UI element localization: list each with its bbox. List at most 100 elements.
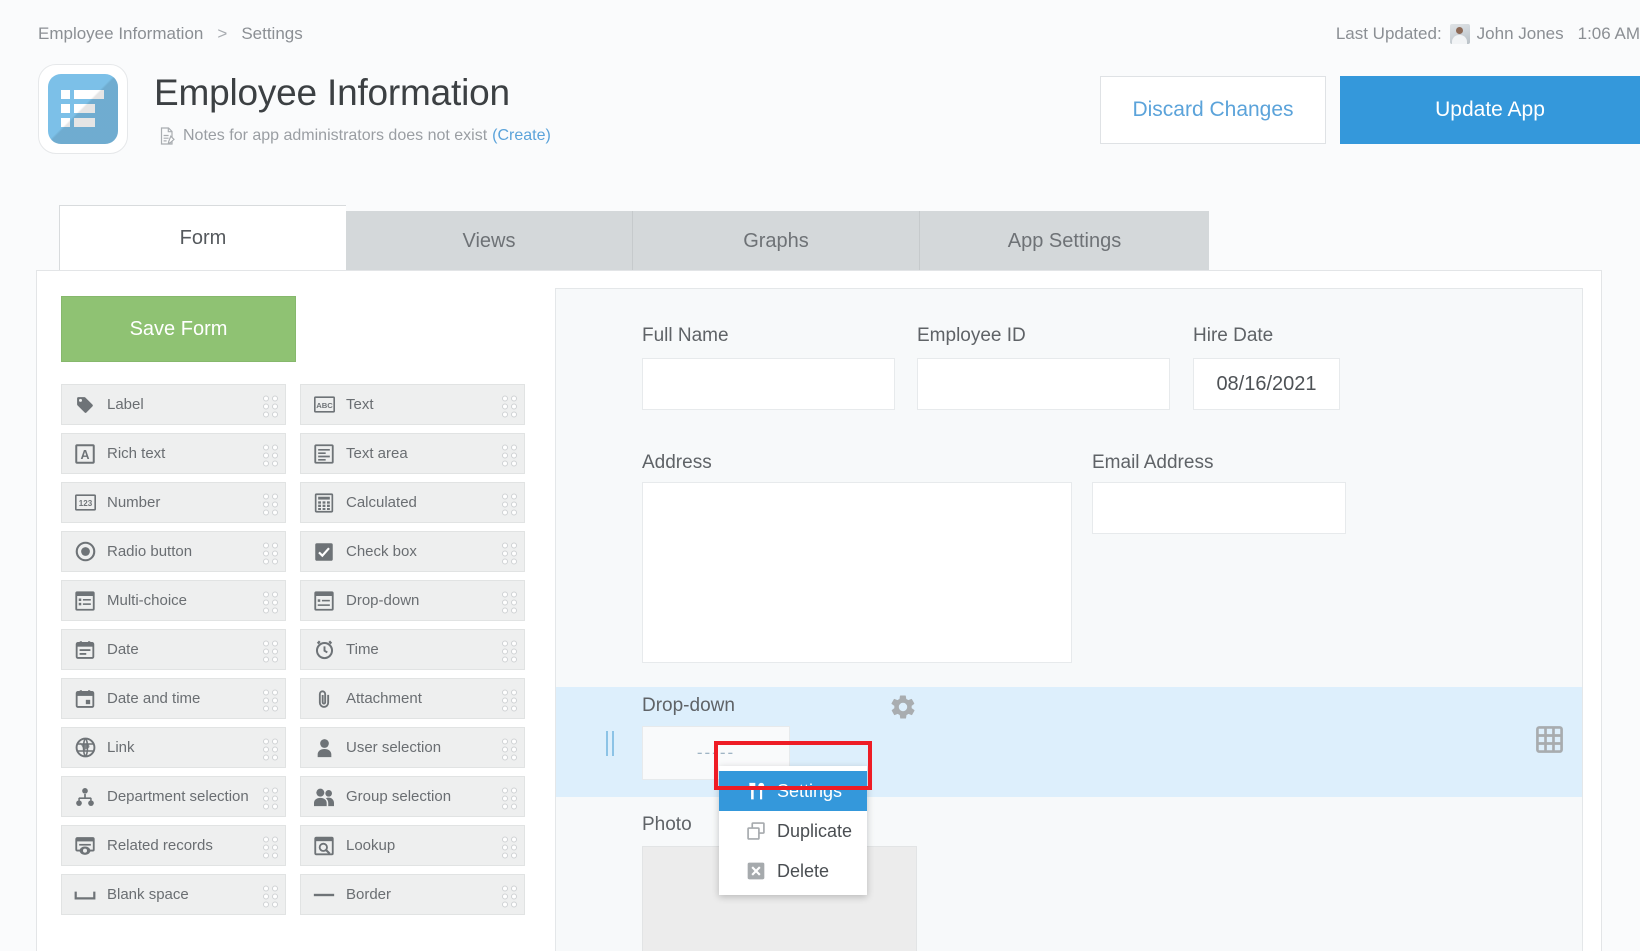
palette-item-radio-button[interactable]: Radio button (61, 531, 286, 572)
gear-icon[interactable] (889, 693, 917, 721)
blank-space-icon (74, 884, 96, 906)
save-form-button[interactable]: Save Form (61, 296, 296, 362)
related-records-icon (74, 835, 96, 857)
field-label-drop-down: Drop-down (642, 695, 735, 717)
field-input-address[interactable] (642, 482, 1072, 663)
paperclip-icon (313, 688, 335, 710)
discard-changes-button[interactable]: Discard Changes (1100, 76, 1326, 144)
drag-grip-icon[interactable] (502, 836, 515, 855)
tab-bar: Form Views Graphs App Settings (59, 205, 1209, 271)
number-icon: 123 (74, 492, 96, 514)
form-canvas: Full Name Employee ID Hire Date 08/16/20… (555, 288, 1583, 951)
tab-views[interactable]: Views (346, 211, 633, 271)
context-menu-item-duplicate[interactable]: Duplicate (719, 811, 867, 851)
palette-item-label: Date and time (107, 690, 200, 707)
drag-grip-icon[interactable] (502, 738, 515, 757)
palette-item-group-selection[interactable]: Group selection (300, 776, 525, 817)
context-menu-item-delete[interactable]: Delete (719, 851, 867, 891)
drag-grip-icon[interactable] (263, 591, 276, 610)
field-input-hire-date[interactable]: 08/16/2021 (1193, 358, 1340, 410)
drag-grip-icon[interactable] (502, 542, 515, 561)
tab-graphs[interactable]: Graphs (633, 211, 920, 271)
drag-grip-icon[interactable] (263, 444, 276, 463)
last-updated-user: John Jones (1477, 24, 1564, 44)
palette-item-text[interactable]: ABCText (300, 384, 525, 425)
drag-grip-icon[interactable] (263, 836, 276, 855)
palette-item-calculated[interactable]: Calculated (300, 482, 525, 523)
notes-text: Notes for app administrators does not ex… (183, 127, 487, 145)
palette-item-rich-text[interactable]: ARich text (61, 433, 286, 474)
palette-item-time[interactable]: Time (300, 629, 525, 670)
field-input-full-name[interactable] (642, 358, 895, 410)
drag-grip-icon[interactable] (263, 738, 276, 757)
svg-text:A: A (80, 448, 89, 462)
notes-create-link[interactable]: (Create) (492, 127, 551, 145)
breadcrumb-app-link[interactable]: Employee Information (38, 24, 203, 43)
drag-grip-icon[interactable] (263, 787, 276, 806)
palette-item-label[interactable]: Label (61, 384, 286, 425)
drag-grip-icon[interactable] (263, 542, 276, 561)
palette-item-related-records[interactable]: Related records (61, 825, 286, 866)
abc-icon: ABC (313, 394, 335, 416)
svg-text:123: 123 (78, 499, 92, 508)
app-icon-glyph (48, 74, 118, 144)
drag-grip-icon[interactable] (263, 689, 276, 708)
breadcrumb-section[interactable]: Settings (241, 24, 302, 43)
context-menu-label-settings: Settings (777, 781, 842, 802)
delete-x-icon (745, 860, 767, 882)
drag-grip-icon[interactable] (263, 885, 276, 904)
org-chart-icon (74, 786, 96, 808)
field-label-full-name: Full Name (642, 325, 729, 347)
palette-item-label: Multi-choice (107, 592, 187, 609)
tab-form[interactable]: Form (59, 205, 346, 271)
drag-grip-icon[interactable] (502, 885, 515, 904)
drag-grip-icon[interactable] (502, 493, 515, 512)
drag-grip-icon[interactable] (502, 395, 515, 414)
palette-item-department-selection[interactable]: Department selection (61, 776, 286, 817)
palette-item-date-and-time[interactable]: Date and time (61, 678, 286, 719)
palette-item-blank-space[interactable]: Blank space (61, 874, 286, 915)
drag-grip-icon[interactable] (502, 689, 515, 708)
update-app-button[interactable]: Update App (1340, 76, 1640, 144)
palette-item-label: Group selection (346, 788, 451, 805)
app-icon (38, 64, 128, 154)
palette-item-check-box[interactable]: Check box (300, 531, 525, 572)
palette-item-label: User selection (346, 739, 441, 756)
app-notes: Notes for app administrators does not ex… (160, 127, 551, 145)
field-input-email-address[interactable] (1092, 482, 1346, 534)
palette-item-text-area[interactable]: Text area (300, 433, 525, 474)
palette-item-label: Label (107, 396, 144, 413)
palette-item-multi-choice[interactable]: Multi-choice (61, 580, 286, 621)
drag-grip-icon[interactable] (502, 787, 515, 806)
drag-grip-icon[interactable] (263, 493, 276, 512)
palette-item-link[interactable]: Link (61, 727, 286, 768)
form-row-drop-down-selected[interactable]: Drop-down ----- (556, 687, 1582, 797)
drag-grip-icon[interactable] (263, 395, 276, 414)
palette-item-attachment[interactable]: Attachment (300, 678, 525, 719)
drag-grip-icon[interactable] (263, 640, 276, 659)
drag-grip-icon[interactable] (502, 444, 515, 463)
calculator-icon (313, 492, 335, 514)
table-grid-icon[interactable] (1535, 725, 1564, 754)
palette-item-date[interactable]: Date (61, 629, 286, 670)
clock-icon (313, 639, 335, 661)
drag-handle-icon[interactable] (606, 731, 618, 756)
tab-app-settings[interactable]: App Settings (920, 211, 1209, 271)
field-palette: Label ABCText ARich text Text area 123Number… (61, 384, 526, 923)
context-menu-item-settings[interactable]: Settings (719, 771, 867, 811)
palette-item-border[interactable]: Border (300, 874, 525, 915)
palette-item-user-selection[interactable]: User selection (300, 727, 525, 768)
breadcrumb: Employee Information>Settings (38, 24, 303, 44)
drop-down-icon (313, 590, 335, 612)
magnifier-box-icon (313, 835, 335, 857)
field-input-employee-id[interactable] (917, 358, 1170, 410)
drag-grip-icon[interactable] (502, 640, 515, 659)
drag-grip-icon[interactable] (502, 591, 515, 610)
calendar-icon (74, 639, 96, 661)
palette-item-drop-down[interactable]: Drop-down (300, 580, 525, 621)
notes-edit-icon (160, 127, 175, 145)
palette-item-lookup[interactable]: Lookup (300, 825, 525, 866)
palette-item-label: Drop-down (346, 592, 419, 609)
palette-item-label: Attachment (346, 690, 422, 707)
palette-item-number[interactable]: 123Number (61, 482, 286, 523)
